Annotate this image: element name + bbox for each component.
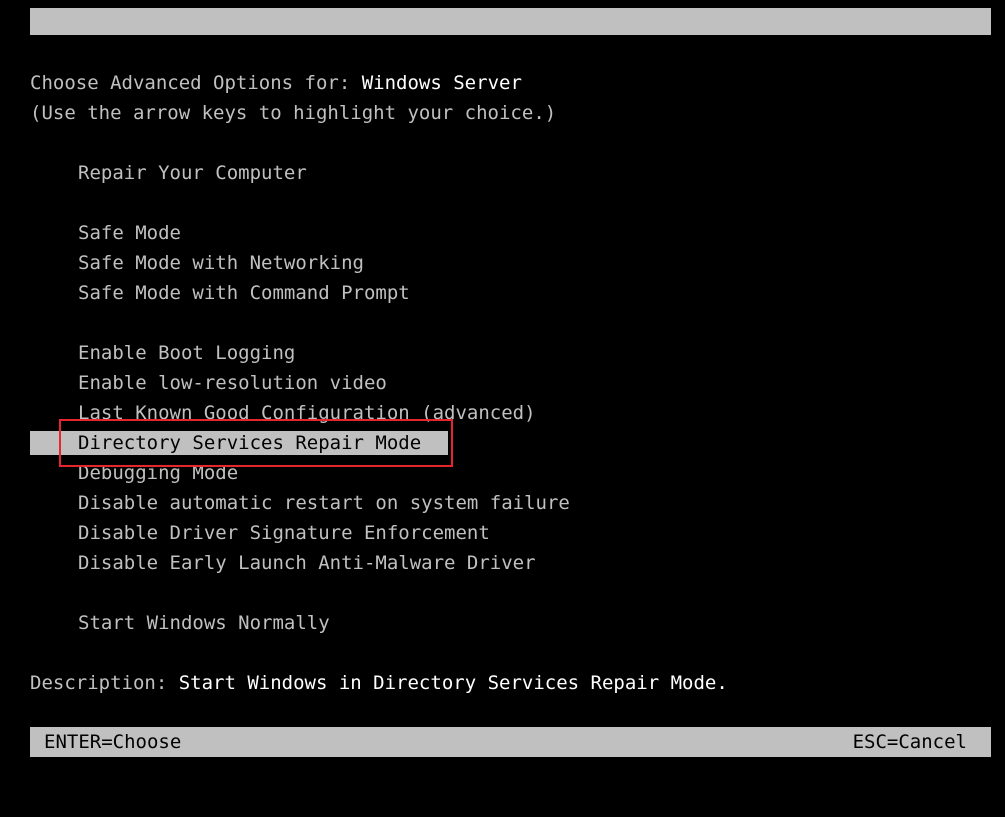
os-name: Windows Server	[361, 72, 522, 94]
enter-choose-hint: ENTER=Choose	[44, 731, 182, 753]
menu-item-debugging-mode[interactable]: Debugging Mode	[30, 461, 448, 485]
menu-item-last-known-good[interactable]: Last Known Good Configuration (advanced)	[30, 401, 536, 425]
menu-item-disable-auto-restart[interactable]: Disable automatic restart on system fail…	[30, 491, 570, 515]
description: Description: Start Windows in Directory …	[30, 668, 728, 698]
title-bar: Advanced Boot Options	[30, 8, 991, 59]
menu-item-disable-elam-driver[interactable]: Disable Early Launch Anti-Malware Driver	[30, 551, 536, 575]
menu-item-safe-mode-command-prompt[interactable]: Safe Mode with Command Prompt	[30, 281, 448, 305]
os-prompt: Choose Advanced Options for: Windows Ser…	[30, 68, 522, 98]
description-text: Start Windows in Directory Services Repa…	[178, 672, 728, 694]
menu-item-repair-your-computer[interactable]: Repair Your Computer	[30, 161, 448, 185]
menu-item-safe-mode-networking[interactable]: Safe Mode with Networking	[30, 251, 448, 275]
menu-item-low-resolution-video[interactable]: Enable low-resolution video	[30, 371, 448, 395]
menu-item-directory-services-repair[interactable]: Directory Services Repair Mode	[30, 431, 448, 455]
menu-item-start-windows-normally[interactable]: Start Windows Normally	[30, 611, 448, 635]
page-title: Advanced Boot Options	[401, 37, 643, 59]
footer-bar: ENTER=Choose ESC=Cancel	[30, 727, 991, 757]
description-label: Description:	[30, 672, 179, 694]
menu-item-safe-mode[interactable]: Safe Mode	[30, 221, 448, 245]
esc-cancel-hint: ESC=Cancel	[852, 731, 967, 753]
os-prompt-label: Choose Advanced Options for:	[30, 72, 362, 94]
menu-item-enable-boot-logging[interactable]: Enable Boot Logging	[30, 341, 448, 365]
instruction-hint: (Use the arrow keys to highlight your ch…	[30, 102, 557, 124]
menu-item-disable-driver-signature[interactable]: Disable Driver Signature Enforcement	[30, 521, 490, 545]
